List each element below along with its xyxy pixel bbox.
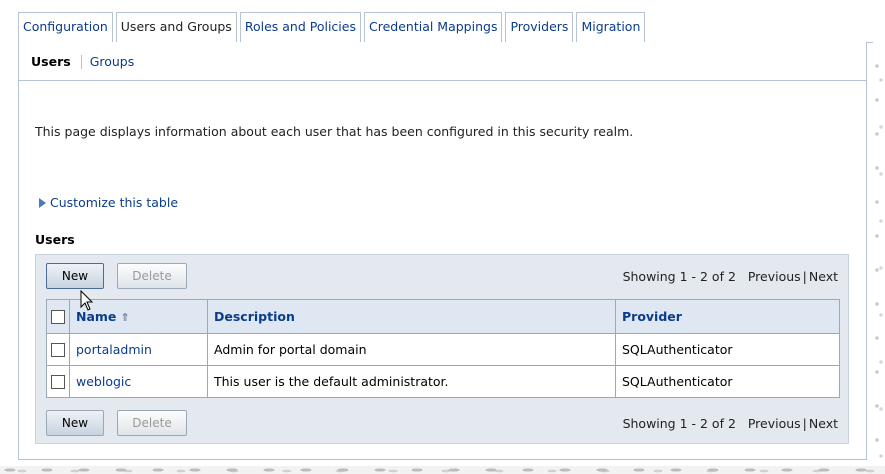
page-description: This page displays information about eac… [35, 124, 634, 139]
user-link[interactable]: weblogic [76, 374, 131, 389]
name-cell: weblogic [69, 365, 208, 398]
row-checkbox[interactable] [51, 343, 65, 358]
showing-count: Showing 1 - 2 of 2 [622, 416, 736, 431]
table-row: weblogic This user is the default admini… [46, 365, 840, 398]
next-link[interactable]: Next [809, 416, 838, 431]
customize-table-link[interactable]: Customize this table [39, 195, 178, 210]
new-button[interactable]: New [46, 263, 104, 289]
tab-roles-and-policies[interactable]: Roles and Policies [239, 12, 361, 43]
sort-ascending-icon: ⇑ [120, 311, 130, 324]
user-link[interactable]: portaladmin [76, 342, 152, 357]
tab-users-and-groups[interactable]: Users and Groups [115, 12, 237, 44]
table-toolbar-top: New Delete Showing 1 - 2 of 2 Previous | N… [46, 263, 838, 291]
table-toolbar-bottom: New Delete Showing 1 - 2 of 2 Previous | N… [46, 410, 838, 438]
row-select-cell [46, 365, 70, 398]
column-header-provider[interactable]: Provider [615, 299, 840, 334]
table-row: portaladmin Admin for portal domain SQLA… [46, 333, 840, 366]
provider-cell: SQLAuthenticator [615, 365, 840, 398]
pager-separator: | [802, 416, 807, 431]
tab-configuration[interactable]: Configuration [18, 12, 113, 43]
column-header-description[interactable]: Description [207, 299, 616, 334]
name-cell: portaladmin [69, 333, 208, 366]
torn-edge-bottom [0, 462, 885, 474]
subtab-users[interactable]: Users [31, 54, 71, 69]
row-select-cell [46, 333, 70, 366]
pager-separator: | [802, 269, 807, 284]
users-table: Name ⇑ Description Provider portaladmin A… [46, 299, 840, 398]
select-all-cell [46, 299, 70, 334]
subtab-divider [80, 54, 82, 69]
tab-migration[interactable]: Migration [576, 12, 646, 43]
provider-cell: SQLAuthenticator [615, 333, 840, 366]
description-cell: This user is the default administrator. [207, 365, 616, 398]
row-checkbox[interactable] [51, 375, 65, 390]
expand-triangle-icon [39, 197, 46, 208]
customize-label: Customize this table [50, 195, 179, 210]
users-table-container: New Delete Showing 1 - 2 of 2 Previous | N… [35, 254, 849, 444]
select-all-checkbox[interactable] [51, 310, 65, 325]
new-button[interactable]: New [46, 410, 104, 436]
delete-button[interactable]: Delete [117, 410, 187, 436]
tab-bar: Configuration Users and Groups Roles and… [18, 12, 648, 44]
pagination: Showing 1 - 2 of 2 Previous | Next [623, 416, 838, 431]
tab-providers[interactable]: Providers [505, 12, 574, 43]
table-title: Users [35, 232, 75, 247]
previous-link[interactable]: Previous [748, 416, 801, 431]
next-link[interactable]: Next [809, 269, 838, 284]
showing-count: Showing 1 - 2 of 2 [622, 269, 736, 284]
description-cell: Admin for portal domain [207, 333, 616, 366]
table-header-row: Name ⇑ Description Provider [46, 299, 840, 334]
content-panel: Users Groups This page displays informat… [18, 42, 867, 460]
delete-button[interactable]: Delete [117, 263, 187, 289]
pagination: Showing 1 - 2 of 2 Previous | Next [623, 269, 838, 284]
subnav-divider [19, 80, 866, 81]
torn-edge-right [873, 60, 885, 460]
tab-credential-mappings[interactable]: Credential Mappings [363, 12, 503, 43]
subtab-groups[interactable]: Groups [90, 54, 135, 69]
sub-tabs: Users Groups [31, 54, 134, 69]
mouse-cursor-icon [80, 290, 94, 311]
previous-link[interactable]: Previous [748, 269, 801, 284]
